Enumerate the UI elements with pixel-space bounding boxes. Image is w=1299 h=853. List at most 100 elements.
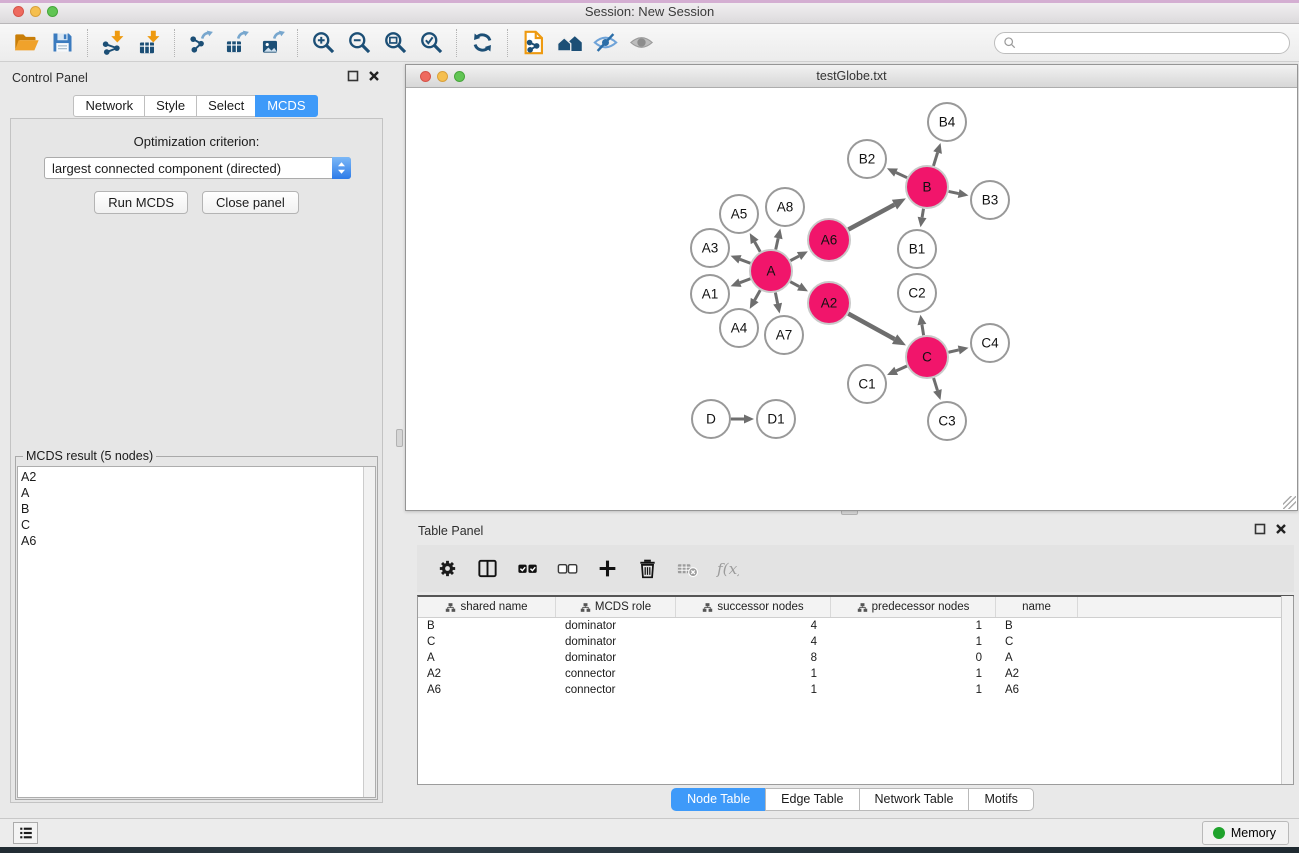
graph-node-A5[interactable]: A5 — [720, 195, 758, 233]
network-document-button[interactable] — [515, 27, 551, 59]
graph-edge-A-A3[interactable] — [740, 259, 750, 263]
mcds-list-scrollbar[interactable] — [363, 467, 375, 797]
graph-edge-A-A4[interactable] — [755, 290, 761, 300]
zoom-in-button[interactable] — [305, 27, 341, 59]
graph-edge-A-A7[interactable] — [775, 293, 777, 304]
table-row[interactable]: Cdominator41C — [418, 634, 1293, 650]
tab-node-table[interactable]: Node Table — [671, 788, 766, 811]
graph-node-B4[interactable]: B4 — [928, 103, 966, 141]
graph-node-B[interactable]: B — [906, 166, 948, 208]
vertical-split-handle[interactable] — [396, 429, 403, 447]
graph-node-C2[interactable]: C2 — [898, 274, 936, 312]
tab-style[interactable]: Style — [144, 95, 197, 117]
float-panel-icon[interactable] — [347, 70, 359, 82]
zoom-out-button[interactable] — [341, 27, 377, 59]
graph-node-D[interactable]: D — [692, 400, 730, 438]
graph-node-label: A — [766, 264, 775, 279]
graph-edge-C-C1[interactable] — [896, 366, 907, 371]
add-column-button[interactable] — [587, 551, 627, 587]
delete-column-button[interactable] — [627, 551, 667, 587]
graph-node-A1[interactable]: A1 — [691, 275, 729, 313]
table-row[interactable]: Adominator80A — [418, 650, 1293, 666]
close-panel-button[interactable]: Close panel — [202, 191, 299, 214]
graph-edge-A6-B[interactable] — [848, 205, 894, 230]
table-scrollbar[interactable] — [1281, 596, 1293, 784]
graph-node-B2[interactable]: B2 — [848, 140, 886, 178]
graph-node-A[interactable]: A — [750, 250, 792, 292]
tab-network[interactable]: Network — [73, 95, 145, 117]
export-network-button[interactable] — [182, 27, 218, 59]
graph-edge-A-A5[interactable] — [755, 242, 761, 252]
search-input[interactable] — [1022, 36, 1281, 50]
graph-edge-C-C3[interactable] — [934, 378, 938, 390]
graph-node-B3[interactable]: B3 — [971, 181, 1009, 219]
graph-node-C1[interactable]: C1 — [848, 365, 886, 403]
close-panel-icon[interactable] — [368, 70, 380, 82]
deselect-all-button[interactable] — [547, 551, 587, 587]
column-header-MCDS-role[interactable]: MCDS role — [556, 597, 676, 617]
graph-node-A2[interactable]: A2 — [808, 282, 850, 324]
column-header-successor-nodes[interactable]: successor nodes — [676, 597, 831, 617]
split-columns-button[interactable] — [467, 551, 507, 587]
graph-node-A7[interactable]: A7 — [765, 316, 803, 354]
save-session-button[interactable] — [44, 27, 80, 59]
import-network-button[interactable] — [95, 27, 131, 59]
show-panels-menu-button[interactable] — [13, 822, 38, 844]
graph-edge-C-C4[interactable] — [948, 350, 958, 352]
graph-node-A4[interactable]: A4 — [720, 309, 758, 347]
zoom-fit-button[interactable] — [377, 27, 413, 59]
tab-mcds[interactable]: MCDS — [255, 95, 317, 117]
graph-edge-A2-C[interactable] — [848, 314, 894, 340]
graph-edge-B-B2[interactable] — [896, 173, 907, 178]
home-button[interactable] — [551, 27, 587, 59]
import-table-button[interactable] — [131, 27, 167, 59]
graph-node-A6[interactable]: A6 — [808, 219, 850, 261]
refresh-button[interactable] — [464, 27, 500, 59]
gear-button[interactable] — [427, 551, 467, 587]
graph-edge-B-B3[interactable] — [949, 191, 959, 193]
graph-edge-A-A1[interactable] — [740, 279, 750, 283]
column-header-shared-name[interactable]: shared name — [418, 597, 556, 617]
graph-node-A8[interactable]: A8 — [766, 188, 804, 226]
network-graph[interactable]: B4 B2 B B3 A8A5 A6 A3 B1 A A1 C2 A2 A4A7 C4 C C1 C3 D D1 — [408, 90, 1292, 510]
tab-network-table[interactable]: Network Table — [859, 788, 970, 811]
tab-motifs[interactable]: Motifs — [968, 788, 1033, 811]
graph-node-C[interactable]: C — [906, 336, 948, 378]
run-mcds-button[interactable]: Run MCDS — [94, 191, 188, 214]
table-row[interactable]: Bdominator41B — [418, 618, 1293, 634]
export-image-button[interactable] — [254, 27, 290, 59]
graph-edge-B-B4[interactable] — [933, 153, 937, 166]
mcds-result-title: MCDS result (5 nodes) — [23, 449, 156, 463]
column-header-name[interactable]: name — [996, 597, 1078, 617]
select-all-button[interactable] — [507, 551, 547, 587]
hide-panels-button[interactable] — [587, 27, 623, 59]
graph-edge-B-B1[interactable] — [922, 209, 923, 218]
close-table-panel-icon[interactable] — [1275, 523, 1287, 535]
tab-select[interactable]: Select — [196, 95, 256, 117]
export-table-button[interactable] — [218, 27, 254, 59]
tab-edge-table[interactable]: Edge Table — [765, 788, 859, 811]
optimization-criterion-select[interactable]: largest connected component (directed) — [44, 157, 351, 179]
table-cell: 1 — [831, 636, 996, 648]
graph-edge-A-A6[interactable] — [790, 256, 799, 261]
network-canvas[interactable]: B4 B2 B B3 A8A5 A6 A3 B1 A A1 C2 A2 A4A7 C4 C C1 C3 D D1 — [406, 88, 1297, 510]
table-row[interactable]: A2connector11A2 — [418, 666, 1293, 682]
graph-node-A3[interactable]: A3 — [691, 229, 729, 267]
table-row[interactable]: A6connector11A6 — [418, 682, 1293, 698]
mcds-result-item: A — [21, 485, 363, 501]
graph-edge-C-C2[interactable] — [922, 325, 924, 336]
graph-node-C3[interactable]: C3 — [928, 402, 966, 440]
window-resize-grip[interactable] — [1283, 496, 1296, 509]
search-field[interactable] — [994, 32, 1290, 54]
float-table-panel-icon[interactable] — [1254, 523, 1266, 535]
memory-button[interactable]: Memory — [1202, 821, 1289, 845]
graph-edge-A-A2[interactable] — [790, 282, 799, 287]
graph-node-D1[interactable]: D1 — [757, 400, 795, 438]
graph-edge-A-A8[interactable] — [776, 238, 778, 249]
show-panels-button[interactable] — [623, 27, 659, 59]
open-file-button[interactable] — [8, 27, 44, 59]
column-header-predecessor-nodes[interactable]: predecessor nodes — [831, 597, 996, 617]
graph-node-B1[interactable]: B1 — [898, 230, 936, 268]
graph-node-C4[interactable]: C4 — [971, 324, 1009, 362]
zoom-selected-button[interactable] — [413, 27, 449, 59]
